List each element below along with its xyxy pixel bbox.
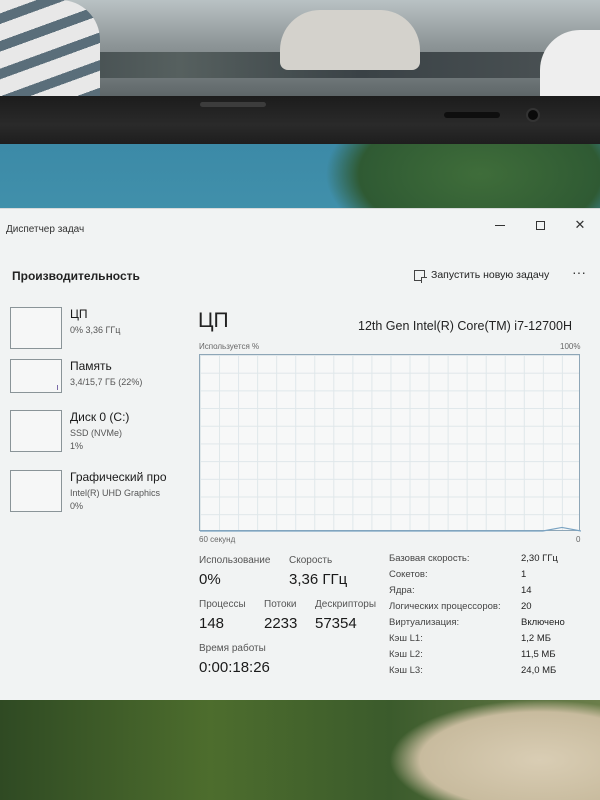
close-icon: ✕ bbox=[574, 217, 586, 232]
run-new-task-button[interactable]: Запустить новую задачу bbox=[414, 265, 549, 285]
cpu-usage-graph bbox=[199, 354, 581, 532]
spec-key: Сокетов: bbox=[389, 569, 428, 580]
title-bar[interactable]: Диспетчер задач ✕ bbox=[0, 209, 600, 241]
sidebar-item-label: Диск 0 (C:) bbox=[70, 410, 130, 424]
cpu-thumbnail-graph bbox=[10, 307, 62, 349]
cpu-usage-line bbox=[200, 526, 581, 532]
spec-value: 2,30 ГГц bbox=[521, 553, 558, 564]
sidebar-item-cpu[interactable]: ЦП 0% 3,36 ГГц bbox=[8, 307, 188, 357]
webcam-icon bbox=[526, 108, 540, 122]
spec-key: Ядра: bbox=[389, 585, 415, 596]
spec-row-cache-l3: Кэш L3: 24,0 МБ bbox=[389, 665, 589, 681]
spec-row-logical-processors: Логических процессоров: 20 bbox=[389, 601, 589, 617]
spec-value: Включено bbox=[521, 617, 565, 628]
processes-value: 148 bbox=[199, 615, 225, 632]
uptime-label: Время работы bbox=[199, 643, 266, 654]
run-task-label: Запустить новую задачу bbox=[431, 269, 550, 281]
spec-row-cache-l2: Кэш L2: 11,5 МБ bbox=[389, 649, 589, 665]
spec-key: Кэш L3: bbox=[389, 665, 423, 676]
desktop-wallpaper-bottom bbox=[0, 700, 600, 800]
cpu-model-name: 12th Gen Intel(R) Core(TM) i7-12700H bbox=[358, 319, 572, 333]
spec-value: 1,2 МБ bbox=[521, 633, 551, 644]
bezel-notch bbox=[200, 102, 266, 107]
spec-key: Кэш L2: bbox=[389, 649, 423, 660]
spec-row-cores: Ядра: 14 bbox=[389, 585, 589, 601]
graph-x-label: 60 секунд bbox=[199, 535, 236, 544]
section-title: Производительность bbox=[12, 269, 140, 283]
app-title: Диспетчер задач bbox=[6, 224, 85, 235]
memory-thumbnail-graph bbox=[10, 359, 62, 393]
person-right bbox=[540, 30, 600, 100]
cpu-usage-chart bbox=[200, 526, 581, 532]
threads-value: 2233 bbox=[264, 615, 298, 632]
close-button[interactable]: ✕ bbox=[568, 215, 592, 235]
sidebar-item-detail: 0% 3,36 ГГц bbox=[70, 325, 121, 335]
background-photo-store bbox=[0, 0, 600, 100]
task-manager-window: Диспетчер задач ✕ Производительность Зап… bbox=[0, 208, 600, 700]
speed-label: Скорость bbox=[289, 555, 333, 566]
more-options-button[interactable]: ··· bbox=[570, 265, 588, 285]
sidebar-item-percent: 1% bbox=[70, 441, 84, 451]
spec-key: Логических процессоров: bbox=[389, 601, 501, 612]
threads-label: Потоки bbox=[264, 599, 297, 610]
run-task-icon bbox=[414, 269, 427, 283]
usage-value: 0% bbox=[199, 571, 221, 588]
laptop-bezel bbox=[0, 96, 600, 144]
spec-row-virtualization: Виртуализация: Включено bbox=[389, 617, 589, 633]
sidebar-item-detail: Intel(R) UHD Graphics bbox=[70, 488, 161, 498]
disk-thumbnail-graph bbox=[10, 410, 62, 452]
bezel-sensor bbox=[444, 112, 500, 118]
maximize-button[interactable] bbox=[528, 215, 552, 235]
spec-value: 11,5 МБ bbox=[521, 649, 556, 660]
spec-row-cache-l1: Кэш L1: 1,2 МБ bbox=[389, 633, 589, 649]
speed-value: 3,36 ГГц bbox=[289, 571, 348, 588]
sidebar-item-disk[interactable]: Диск 0 (C:) SSD (NVMe) 1% bbox=[8, 410, 188, 460]
sidebar-item-gpu[interactable]: Графический про Intel(R) UHD Graphics 0% bbox=[8, 470, 188, 520]
graph-y-label: Используется % bbox=[199, 342, 260, 351]
spec-row-base-speed: Базовая скорость: 2,30 ГГц bbox=[389, 553, 589, 569]
handles-label: Дескрипторы bbox=[315, 599, 377, 610]
spec-value: 1 bbox=[521, 569, 527, 580]
memory-thumb-mark bbox=[57, 385, 61, 390]
sidebar-item-detail: SSD (NVMe) bbox=[70, 428, 123, 438]
spec-row-sockets: Сокетов: 1 bbox=[389, 569, 589, 585]
sidebar-item-detail: 3,4/15,7 ГБ (22%) bbox=[70, 377, 143, 387]
spec-value: 14 bbox=[521, 585, 532, 596]
uptime-value: 0:00:18:26 bbox=[199, 659, 270, 676]
sidebar-item-label: Графический про bbox=[70, 470, 167, 484]
spec-key: Базовая скорость: bbox=[389, 553, 470, 564]
sidebar-item-percent: 0% bbox=[70, 501, 84, 511]
spec-value: 24,0 МБ bbox=[521, 665, 557, 676]
minimize-button[interactable] bbox=[488, 215, 512, 235]
person-left bbox=[0, 0, 100, 100]
spec-value: 20 bbox=[521, 601, 532, 612]
page-title: ЦП bbox=[198, 309, 229, 332]
gpu-thumbnail-graph bbox=[10, 470, 62, 512]
handles-value: 57354 bbox=[315, 615, 357, 632]
graph-y-max-label: 100% bbox=[560, 342, 581, 351]
processes-label: Процессы bbox=[199, 599, 246, 610]
spec-key: Кэш L1: bbox=[389, 633, 423, 644]
minimize-icon bbox=[495, 224, 505, 226]
usage-label: Использование bbox=[199, 555, 271, 566]
graph-x-end-label: 0 bbox=[576, 535, 581, 544]
sidebar-item-memory[interactable]: Память 3,4/15,7 ГБ (22%) bbox=[8, 359, 188, 409]
person-middle bbox=[280, 10, 420, 70]
sidebar-item-label: Память bbox=[70, 359, 112, 373]
spec-key: Виртуализация: bbox=[389, 617, 460, 628]
sidebar-item-label: ЦП bbox=[70, 307, 88, 321]
maximize-icon bbox=[535, 220, 545, 230]
